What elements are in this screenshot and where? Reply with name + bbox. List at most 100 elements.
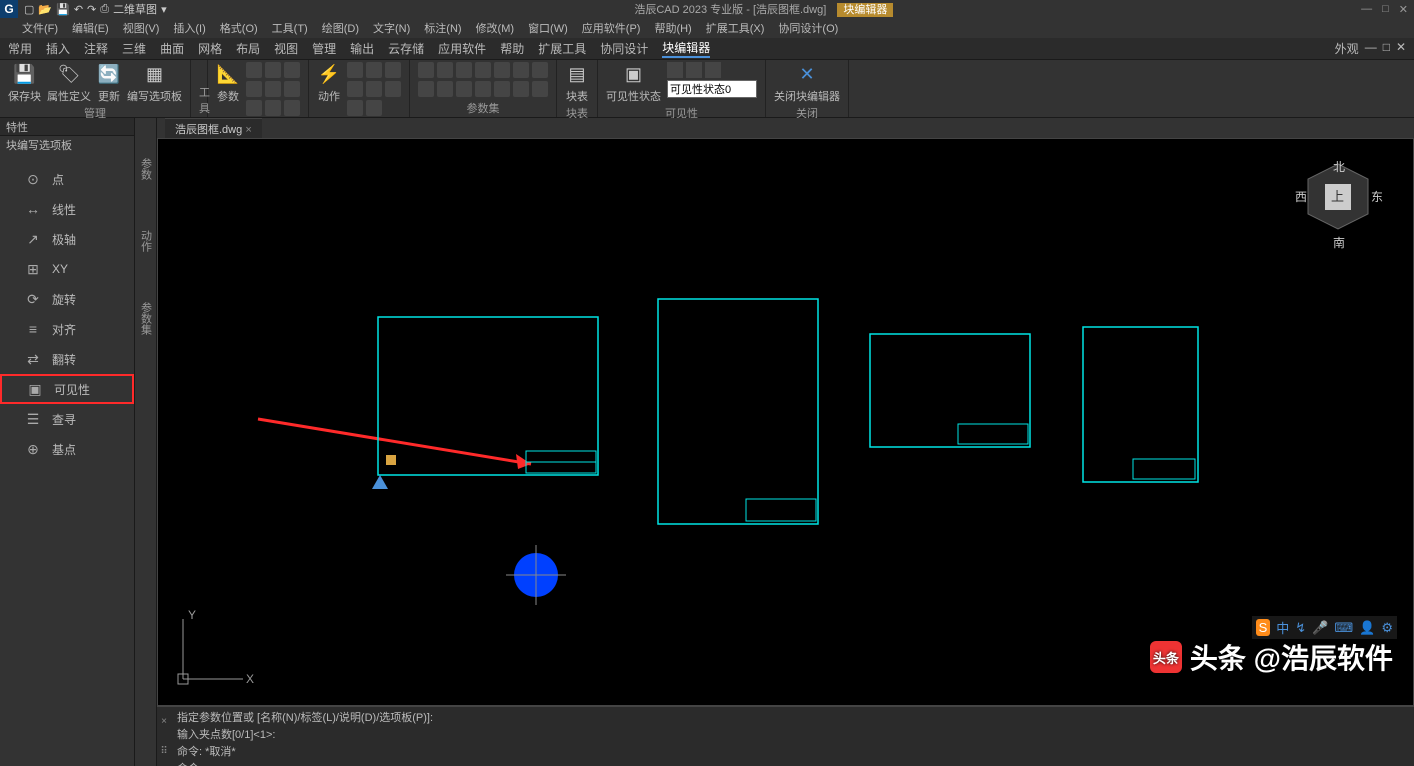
cmd-history-1: 指定参数位置或 [名称(N)/标签(L)/说明(D)/选项板(P)]: (177, 709, 1408, 725)
close-icon[interactable]: ✕ (1399, 3, 1408, 16)
menu-insert[interactable]: 插入(I) (173, 20, 205, 36)
menu-draw[interactable]: 绘图(D) (322, 20, 359, 36)
visibility-state-input[interactable] (667, 80, 757, 98)
tab-insert[interactable]: 插入 (46, 40, 70, 57)
vtab-paramsets[interactable]: 参数集 (138, 302, 154, 335)
window-controls[interactable]: — □ ✕ (1361, 3, 1408, 16)
cmd-history-3: 命令: *取消* (177, 743, 1408, 759)
panel-subheader: 块编写选项板 (0, 136, 134, 154)
close-blockeditor-button[interactable]: ✕关闭块编辑器 (774, 62, 840, 104)
params-button[interactable]: 📐参数 (216, 62, 240, 104)
appearance-label[interactable]: 外观 (1335, 40, 1359, 57)
tab-layout[interactable]: 布局 (236, 40, 260, 57)
tab-surface[interactable]: 曲面 (160, 40, 184, 57)
close-doc-icon[interactable]: ✕ (1396, 40, 1406, 57)
menu-format[interactable]: 格式(O) (220, 20, 258, 36)
cmd-close-icon[interactable]: × (161, 716, 167, 727)
menu-dim[interactable]: 标注(N) (424, 20, 461, 36)
cmd-prompt[interactable]: 命令: (177, 760, 1408, 766)
tab-cloud[interactable]: 云存储 (388, 40, 424, 57)
blocktable-button[interactable]: ▤块表 (565, 62, 589, 104)
drawing-svg: Y X (158, 139, 1413, 705)
cmd-history-2: 输入夹点数[0/1]<1>: (177, 726, 1408, 742)
quick-access-toolbar[interactable]: ▢ 📂 💾 ↶ ↷ ⎙ 二维草图 ▾ (24, 1, 167, 17)
svg-text:西: 西 (1295, 190, 1307, 204)
min-ribbon-icon[interactable]: — (1365, 40, 1377, 57)
paramset-tools[interactable] (418, 62, 548, 97)
redo-icon[interactable]: ↷ (87, 3, 96, 16)
palette-item-point[interactable]: ⊙点 (0, 164, 134, 194)
authoring-palette-button[interactable]: ▦编写选项板 (127, 62, 182, 104)
palette-item-xy[interactable]: ⊞XY (0, 254, 134, 284)
maximize-icon[interactable]: □ (1382, 3, 1389, 16)
tab-annotate[interactable]: 注释 (84, 40, 108, 57)
palette-item-visibility[interactable]: ▣可见性 (0, 374, 134, 404)
tab-output[interactable]: 输出 (350, 40, 374, 57)
menu-app[interactable]: 应用软件(P) (582, 20, 641, 36)
document-tabs[interactable]: 浩辰图框.dwg × (157, 118, 1414, 138)
menu-view[interactable]: 视图(V) (123, 20, 160, 36)
command-line[interactable]: × ⠿ 指定参数位置或 [名称(N)/标签(L)/说明(D)/选项板(P)]: 输… (157, 706, 1414, 766)
tab-collab[interactable]: 协同设计 (600, 40, 648, 57)
ribbon-group-blocktable: ▤块表 块表 (557, 60, 598, 117)
tab-close-icon[interactable]: × (245, 124, 251, 136)
tab-home[interactable]: 常用 (8, 40, 32, 57)
menu-ext[interactable]: 扩展工具(X) (706, 20, 765, 36)
tab-help[interactable]: 帮助 (500, 40, 524, 57)
palette-item-lookup[interactable]: ☰查寻 (0, 404, 134, 434)
drawing-canvas[interactable]: Y X 北 南 西 东 上 S 中↯🎤⌨👤⚙ 头条 (157, 138, 1414, 706)
palette-item-linear[interactable]: ↔线性 (0, 194, 134, 224)
ribbon-group-visibility: ▣可见性状态 可见性 (598, 60, 766, 117)
print-icon[interactable]: ⎙ (100, 3, 109, 16)
palette-tabs[interactable]: 参数 动作 参数集 (135, 118, 157, 766)
menu-help[interactable]: 帮助(H) (654, 20, 691, 36)
param-tools[interactable] (246, 62, 300, 116)
tab-mesh[interactable]: 网格 (198, 40, 222, 57)
menu-file[interactable]: 文件(F) (22, 20, 58, 36)
lookup-icon: ☰ (24, 410, 42, 428)
cmd-drag-icon[interactable]: ⠿ (160, 746, 167, 757)
svg-text:东: 东 (1371, 190, 1383, 204)
menu-collab[interactable]: 协同设计(O) (778, 20, 838, 36)
update-button[interactable]: 🔄更新 (97, 62, 121, 104)
menu-window[interactable]: 窗口(W) (528, 20, 568, 36)
doc-tab[interactable]: 浩辰图框.dwg × (165, 118, 262, 139)
menu-modify[interactable]: 修改(M) (476, 20, 515, 36)
undo-icon[interactable]: ↶ (74, 3, 83, 16)
vtab-actions[interactable]: 动作 (138, 230, 154, 252)
tab-blockeditor[interactable]: 块编辑器 (662, 39, 710, 58)
view-cube[interactable]: 北 南 西 东 上 (1293, 159, 1383, 259)
tab-3d[interactable]: 三维 (122, 40, 146, 57)
menu-bar[interactable]: 文件(F) 编辑(E) 视图(V) 插入(I) 格式(O) 工具(T) 绘图(D… (0, 18, 1414, 38)
action-button[interactable]: ⚡动作 (317, 62, 341, 104)
toutiao-icon: 头条 (1150, 641, 1182, 673)
palette-item-flip[interactable]: ⇄翻转 (0, 344, 134, 374)
vtab-params[interactable]: 参数 (138, 158, 154, 180)
flip-icon: ⇄ (24, 350, 42, 368)
palette-item-align[interactable]: ≡对齐 (0, 314, 134, 344)
restore-icon[interactable]: □ (1383, 40, 1390, 57)
workspace: 特性 块编写选项板 ⊙点 ↔线性 ↗极轴 ⊞XY ⟳旋转 ≡对齐 ⇄翻转 ▣可见… (0, 118, 1414, 766)
menu-tools[interactable]: 工具(T) (272, 20, 308, 36)
new-icon[interactable]: ▢ (24, 3, 34, 16)
open-icon[interactable]: 📂 (38, 3, 52, 16)
svg-text:Y: Y (188, 608, 196, 622)
tab-apps[interactable]: 应用软件 (438, 40, 486, 57)
svg-text:北: 北 (1333, 160, 1345, 174)
palette-item-basepoint[interactable]: ⊕基点 (0, 434, 134, 464)
menu-edit[interactable]: 编辑(E) (72, 20, 109, 36)
tab-manage[interactable]: 管理 (312, 40, 336, 57)
visibility-state-button[interactable]: ▣可见性状态 (606, 62, 661, 104)
tab-express[interactable]: 扩展工具 (538, 40, 586, 57)
minimize-icon[interactable]: — (1361, 3, 1372, 16)
save-icon[interactable]: 💾 (56, 3, 70, 16)
palette-item-rotate[interactable]: ⟳旋转 (0, 284, 134, 314)
ribbon-tabs[interactable]: 常用 插入 注释 三维 曲面 网格 布局 视图 管理 输出 云存储 应用软件 帮… (0, 38, 1414, 60)
palette-item-polar[interactable]: ↗极轴 (0, 224, 134, 254)
workspace-label[interactable]: 二维草图 (113, 1, 157, 17)
action-tools[interactable] (347, 62, 401, 116)
save-block-button[interactable]: 💾保存块 (8, 62, 41, 104)
tab-view[interactable]: 视图 (274, 40, 298, 57)
attr-def-button[interactable]: 🏷属性定义 (47, 62, 91, 104)
menu-text[interactable]: 文字(N) (373, 20, 410, 36)
